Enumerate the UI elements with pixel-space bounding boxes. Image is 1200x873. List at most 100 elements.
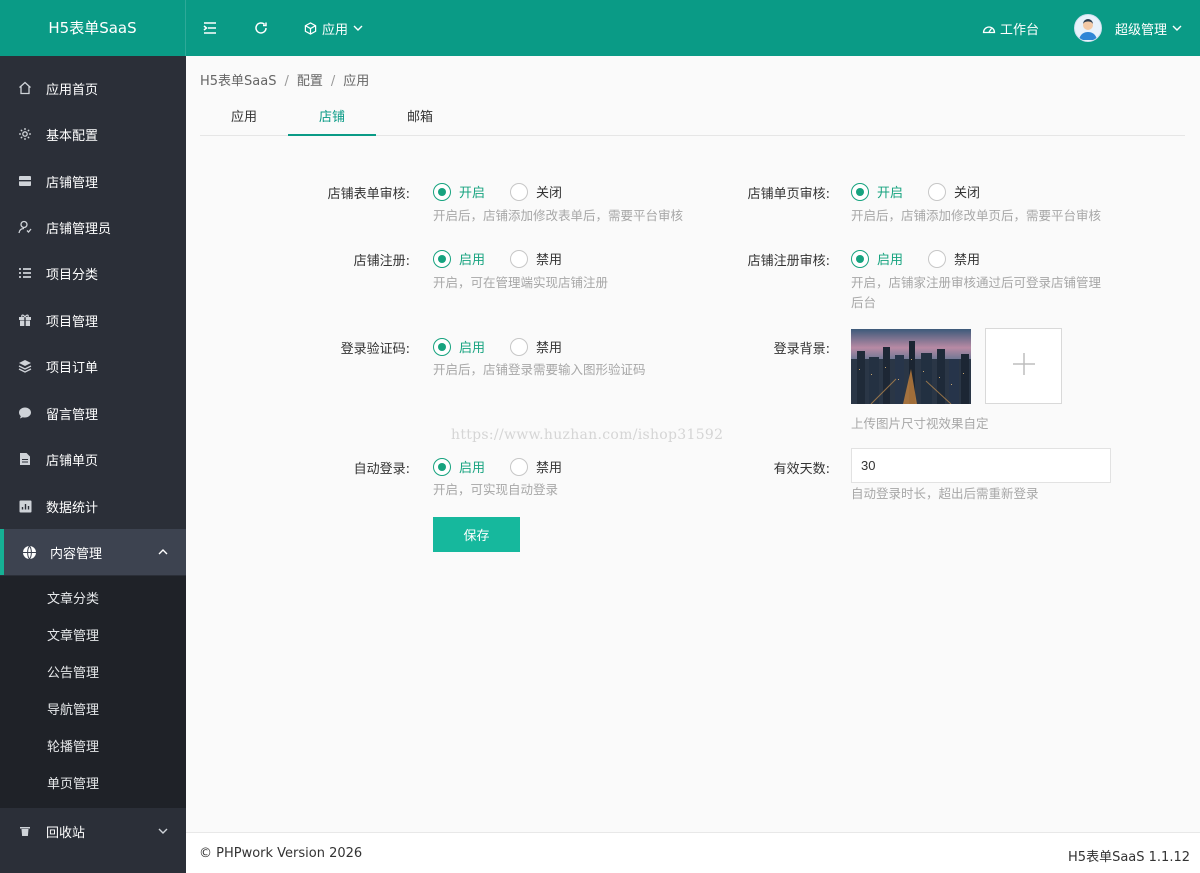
radio-label: 启用: [459, 253, 486, 268]
sidebar-item-label: 数据统计: [46, 500, 99, 516]
sidebar-item-label: 回收站: [46, 825, 86, 841]
radio-label: 启用: [877, 253, 904, 268]
menu-fold-icon: [203, 22, 217, 34]
sidebar-item-basic-config[interactable]: 基本配置: [0, 111, 186, 157]
shop-register-off-radio[interactable]: 禁用: [510, 249, 562, 268]
sidebar-item-shop-manage[interactable]: 店铺管理: [0, 158, 186, 204]
chevron-up-icon: [158, 544, 168, 559]
sidebar-item-messages[interactable]: 留言管理: [0, 390, 186, 436]
shop-register-review-hint: 开启，店铺家注册审核通过后可登录店铺管理: [851, 275, 1102, 290]
list-icon: [17, 265, 33, 281]
sidebar-item-project-category[interactable]: 项目分类: [0, 250, 186, 296]
submenu-item-notice-manage[interactable]: 公告管理: [0, 655, 186, 692]
app-logo[interactable]: H5表单SaaS: [0, 0, 186, 56]
valid-days-input[interactable]: [851, 448, 1111, 483]
tab-shop[interactable]: 店铺: [288, 100, 376, 136]
sidebar-item-shop-pages[interactable]: 店铺单页: [0, 436, 186, 482]
submenu-item-nav-manage[interactable]: 导航管理: [0, 692, 186, 729]
breadcrumb: H5表单SaaS / 配置 / 应用: [200, 70, 377, 89]
sidebar-item-shop-admins[interactable]: 店铺管理员: [0, 204, 186, 250]
footer-copyright: © PHPwork Version 2026: [199, 846, 363, 861]
sidebar-item-statistics[interactable]: 数据统计: [0, 483, 186, 529]
shop-form-review-on-radio[interactable]: 开启: [433, 182, 485, 201]
radio-circle: [928, 182, 946, 201]
user-name: 超级管理: [1115, 22, 1168, 38]
save-button[interactable]: 保存: [433, 517, 520, 552]
chat-icon: [17, 405, 33, 421]
workbench-link[interactable]: 工作台: [982, 0, 1039, 56]
menu-toggle-button[interactable]: [203, 0, 217, 56]
sidebar-item-label: 项目管理: [46, 314, 99, 330]
user-menu[interactable]: 超级管理: [1074, 0, 1182, 56]
dashboard-icon: [982, 22, 996, 34]
submenu-item-carousel-manage[interactable]: 轮播管理: [0, 729, 186, 766]
sidebar-item-label: 项目分类: [46, 267, 99, 283]
shop-register-label: 店铺注册:: [353, 254, 410, 269]
refresh-button[interactable]: [254, 0, 268, 56]
chevron-down-icon: [158, 823, 168, 838]
tab-email[interactable]: 邮箱: [376, 100, 464, 136]
user-icon: [17, 219, 33, 235]
shop-form-review-off-radio[interactable]: 关闭: [510, 182, 562, 201]
submenu-item-page-manage[interactable]: 单页管理: [0, 766, 186, 803]
radio-label: 启用: [459, 341, 486, 356]
sidebar-item-content-manage[interactable]: 内容管理: [0, 529, 186, 575]
sidebar-item-label: 内容管理: [50, 546, 103, 562]
shop-page-review-on-radio[interactable]: 开启: [851, 182, 903, 201]
chart-icon: [17, 498, 33, 514]
gear-icon: [17, 126, 33, 142]
submenu-item-article-manage[interactable]: 文章管理: [0, 618, 186, 655]
plus-icon: [1012, 352, 1036, 380]
sidebar-item-label: 店铺管理: [46, 175, 99, 191]
breadcrumb-item[interactable]: H5表单SaaS: [200, 74, 276, 89]
breadcrumb-item: 应用: [343, 74, 370, 89]
radio-label: 关闭: [536, 186, 563, 201]
shop-register-review-on-radio[interactable]: 启用: [851, 249, 903, 268]
shop-register-review-label: 店铺注册审核:: [747, 254, 830, 269]
radio-circle: [510, 457, 528, 476]
breadcrumb-separator: /: [284, 74, 289, 89]
shop-register-hint: 开启，可在管理端实现店铺注册: [433, 275, 609, 290]
radio-label: 开启: [459, 186, 486, 201]
radio-circle: [928, 249, 946, 268]
app-menu-dropdown[interactable]: 应用: [304, 0, 363, 56]
workbench-label: 工作台: [1000, 22, 1040, 38]
shop-register-review-off-radio[interactable]: 禁用: [928, 249, 980, 268]
upload-image-button[interactable]: [985, 328, 1062, 404]
refresh-icon: [254, 21, 268, 35]
radio-circle: [433, 457, 451, 476]
avatar: [1074, 14, 1102, 42]
sidebar-item-project-orders[interactable]: 项目订单: [0, 343, 186, 389]
sidebar-item-label: 店铺单页: [46, 453, 99, 469]
shop-form-review-hint: 开启后，店铺添加修改表单后，需要平台审核: [433, 208, 684, 223]
content-submenu: 文章分类 文章管理 公告管理 导航管理 轮播管理 单页管理: [0, 576, 186, 808]
watermark-text: https://www.huzhan.com/ishop31592: [451, 427, 724, 443]
breadcrumb-item[interactable]: 配置: [297, 74, 323, 89]
shop-register-on-radio[interactable]: 启用: [433, 249, 485, 268]
login-captcha-off-radio[interactable]: 禁用: [510, 337, 562, 356]
sidebar-item-project-manage[interactable]: 项目管理: [0, 297, 186, 343]
radio-label: 禁用: [536, 461, 563, 476]
sidebar-item-recycle-bin[interactable]: 回收站: [0, 808, 186, 854]
submenu-item-article-category[interactable]: 文章分类: [0, 581, 186, 618]
login-background-thumbnail[interactable]: [851, 329, 971, 404]
footer: © PHPwork Version 2026 H5表单SaaS 1.1.12: [186, 832, 1200, 873]
trash-icon: [17, 823, 33, 839]
radio-label: 关闭: [954, 186, 981, 201]
radio-circle: [851, 249, 869, 268]
login-captcha-label: 登录验证码:: [340, 342, 410, 357]
shop-page-review-off-radio[interactable]: 关闭: [928, 182, 980, 201]
store-icon: [17, 173, 33, 189]
layers-icon: [17, 358, 33, 374]
shop-page-review-label: 店铺单页审核:: [747, 187, 830, 202]
sidebar-item-home[interactable]: 应用首页: [0, 65, 186, 111]
gift-icon: [17, 312, 33, 328]
auto-login-on-radio[interactable]: 启用: [433, 457, 485, 476]
auto-login-off-radio[interactable]: 禁用: [510, 457, 562, 476]
radio-label: 禁用: [536, 341, 563, 356]
home-icon: [17, 80, 33, 96]
sidebar: 应用首页 基本配置 店铺管理 店铺管理员 项目分类 项目管理 项目订单 留言管理…: [0, 56, 186, 873]
tab-app[interactable]: 应用: [200, 100, 288, 136]
sidebar-item-label: 项目订单: [46, 360, 99, 376]
login-captcha-on-radio[interactable]: 启用: [433, 337, 485, 356]
